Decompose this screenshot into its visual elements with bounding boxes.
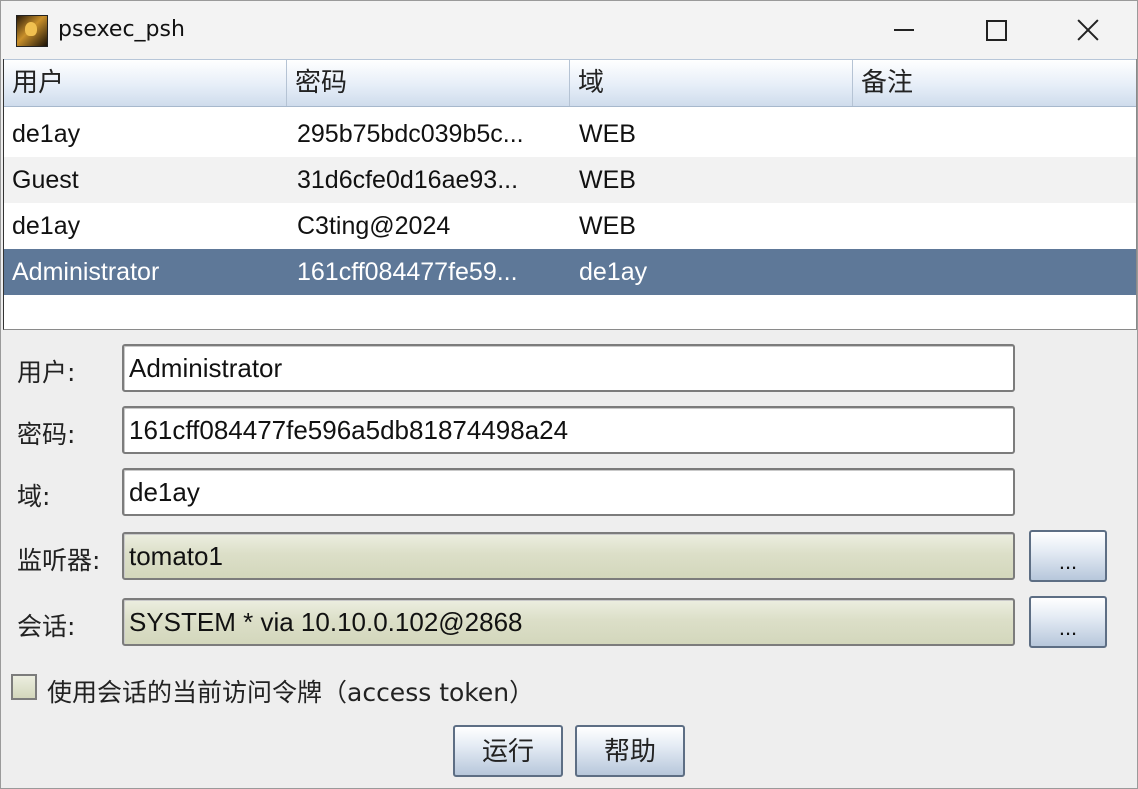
column-header-password[interactable]: 密码 — [287, 60, 570, 106]
cell-password: 31d6cfe0d16ae93... — [297, 166, 519, 194]
cell-user: de1ay — [12, 120, 81, 148]
column-header-note[interactable]: 备注 — [853, 60, 1136, 106]
help-button[interactable]: 帮助 — [575, 725, 685, 777]
table-row[interactable]: de1ay C3ting@2024 WEB — [4, 203, 1136, 249]
window-title: psexec_psh — [58, 17, 185, 42]
maximize-button[interactable] — [950, 1, 1042, 59]
cell-note — [853, 249, 1136, 295]
session-field: SYSTEM * via 10.10.0.102@2868 — [122, 598, 1015, 646]
cell-user: de1ay — [12, 212, 81, 240]
column-header-domain[interactable]: 域 — [570, 60, 853, 106]
cell-password: C3ting@2024 — [297, 212, 451, 240]
table-row[interactable]: de1ay 295b75bdc039b5c... WEB — [4, 111, 1136, 157]
access-token-label[interactable]: 使用会话的当前访问令牌（access token） — [47, 673, 534, 709]
cell-domain: de1ay — [579, 258, 648, 286]
listener-field: tomato1 — [122, 532, 1015, 580]
minimize-button[interactable] — [858, 1, 950, 59]
cell-user: Guest — [12, 166, 79, 194]
app-avatar-icon — [16, 15, 48, 47]
cell-note — [853, 111, 1136, 157]
cell-note — [853, 157, 1136, 203]
password-label: 密码: — [17, 420, 76, 449]
table-row[interactable]: Guest 31d6cfe0d16ae93... WEB — [4, 157, 1136, 203]
cell-password: 295b75bdc039b5c... — [297, 120, 524, 148]
minimize-icon — [894, 29, 914, 31]
table-header: 用户 密码 域 备注 — [4, 59, 1136, 107]
cell-note — [853, 203, 1136, 249]
listener-label: 监听器: — [17, 546, 101, 575]
run-button[interactable]: 运行 — [453, 725, 563, 777]
psexec-dialog: psexec_psh 用户 密码 域 备注 de1ay 295b75bdc039… — [0, 0, 1138, 789]
cell-domain: WEB — [579, 212, 636, 240]
cell-user: Administrator — [12, 258, 160, 286]
title-bar: psexec_psh — [1, 1, 1137, 59]
cell-password: 161cff084477fe59... — [297, 258, 518, 286]
session-label: 会话: — [17, 612, 76, 641]
domain-field[interactable]: de1ay — [122, 468, 1015, 516]
session-browse-button[interactable]: ... — [1029, 596, 1107, 648]
credentials-table[interactable]: 用户 密码 域 备注 de1ay 295b75bdc039b5c... WEB … — [3, 59, 1137, 330]
access-token-checkbox[interactable] — [11, 674, 37, 700]
cell-domain: WEB — [579, 120, 636, 148]
close-button[interactable] — [1042, 1, 1134, 59]
user-field[interactable]: Administrator — [122, 344, 1015, 392]
table-row-selected[interactable]: Administrator 161cff084477fe59... de1ay — [4, 249, 1136, 295]
listener-browse-button[interactable]: ... — [1029, 530, 1107, 582]
maximize-icon — [985, 19, 1007, 41]
close-icon — [1077, 19, 1099, 41]
cell-domain: WEB — [579, 166, 636, 194]
column-header-user[interactable]: 用户 — [4, 60, 287, 106]
domain-label: 域: — [17, 482, 51, 511]
password-field[interactable]: 161cff084477fe596a5db81874498a24 — [122, 406, 1015, 454]
user-label: 用户: — [17, 358, 76, 387]
